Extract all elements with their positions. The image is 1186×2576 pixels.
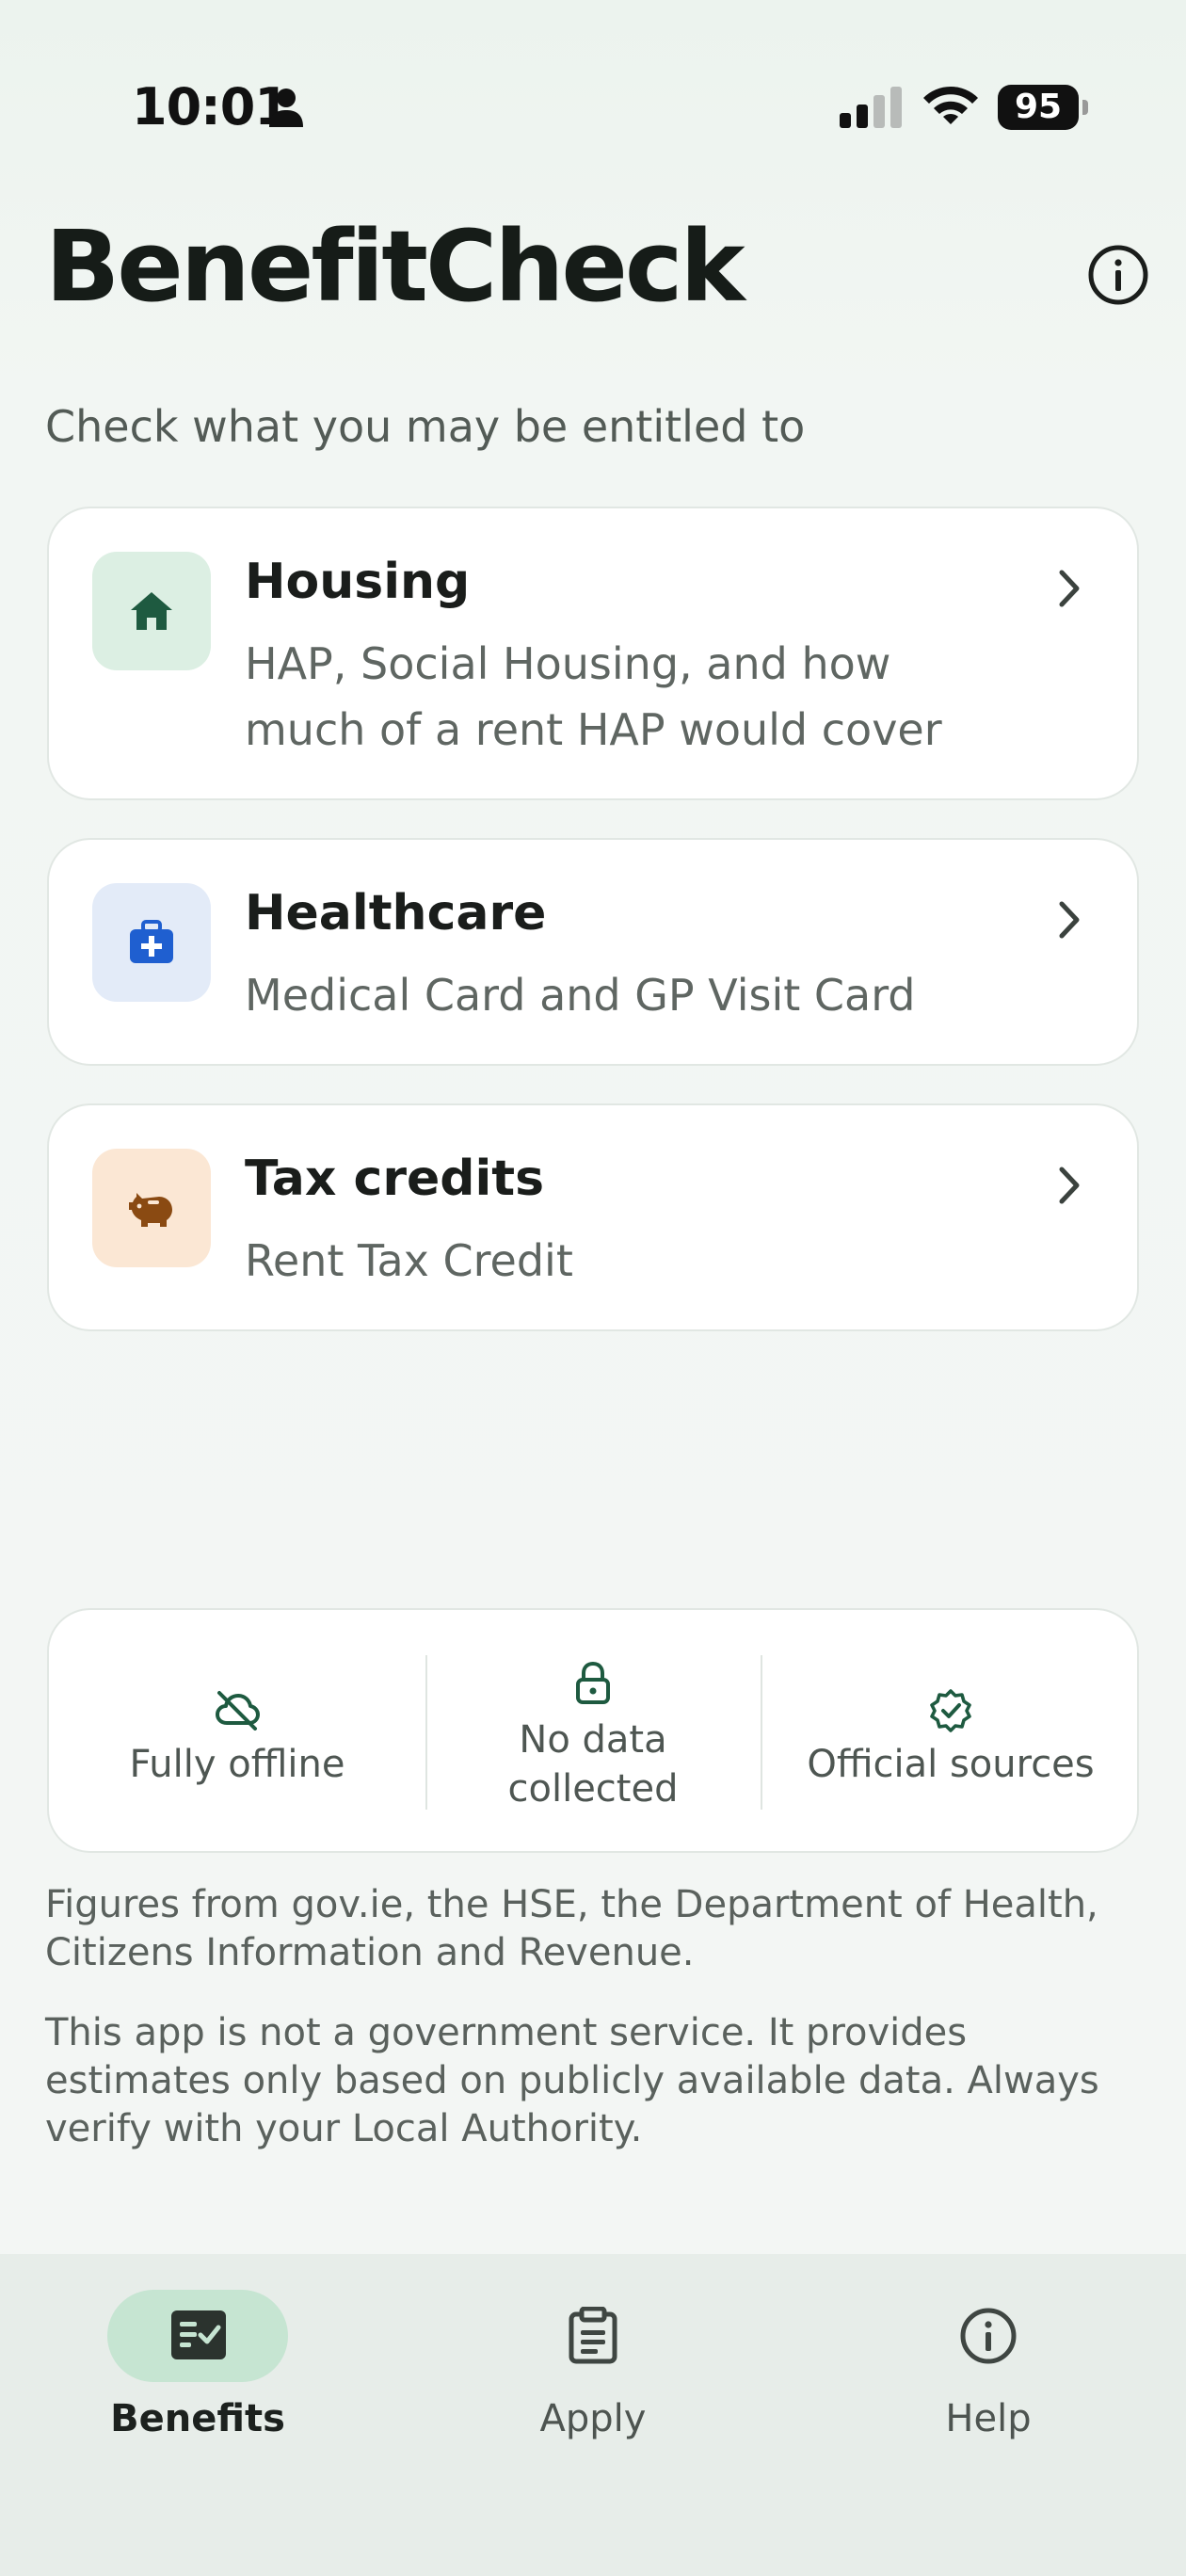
- piggy-bank-icon: [129, 1193, 172, 1227]
- card-description-tax-credits: Rent Tax Credit: [245, 1235, 573, 1286]
- checklist-icon: [171, 2310, 226, 2359]
- home-icon: [131, 592, 172, 630]
- lock-icon: [576, 1661, 610, 1704]
- housing-icon-tile: [92, 552, 211, 670]
- nav-label-apply: Apply: [539, 2397, 647, 2440]
- battery-tip: [1082, 100, 1088, 115]
- category-card-housing[interactable]: Housing HAP, Social Housing, and how muc…: [47, 507, 1139, 800]
- trust-panel: Fully offline No data collected Official…: [47, 1608, 1139, 1853]
- tax-icon-tile: [92, 1149, 211, 1267]
- info-circle-icon[interactable]: [1082, 239, 1154, 311]
- category-card-tax-credits[interactable]: Tax credits Rent Tax Credit: [47, 1103, 1139, 1331]
- disclaimer-note: This app is not a government service. It…: [45, 2011, 1099, 2150]
- medical-kit-icon: [130, 920, 173, 963]
- battery-icon: 95: [998, 85, 1088, 130]
- card-title-housing: Housing: [245, 554, 471, 610]
- bottom-nav: Benefits Apply Help: [0, 2254, 1186, 2576]
- healthcare-icon-tile: [92, 883, 211, 1002]
- nav-item-benefits[interactable]: Benefits: [56, 2254, 339, 2461]
- sources-note: Figures from gov.ie, the HSE, the Depart…: [45, 1883, 1098, 1974]
- status-bar: 10:01 95: [0, 0, 1186, 217]
- app-title: BenefitCheck: [45, 209, 745, 324]
- nav-item-help[interactable]: Help: [847, 2254, 1130, 2461]
- nav-item-apply[interactable]: Apply: [452, 2254, 734, 2461]
- category-card-healthcare[interactable]: Healthcare Medical Card and GP Visit Car…: [47, 838, 1139, 1066]
- trust-item-official: Official sources: [762, 1610, 1139, 1851]
- card-title-tax-credits: Tax credits: [245, 1151, 545, 1207]
- chevron-right-icon: [1059, 570, 1080, 607]
- cloud-off-icon: [216, 1691, 260, 1731]
- trust-item-no-data: No data collected: [427, 1610, 759, 1851]
- clipboard-icon: [569, 2307, 617, 2364]
- nav-label-help: Help: [945, 2397, 1032, 2440]
- status-time: 10:01: [132, 77, 290, 137]
- trust-label-no-data: No data collected: [507, 1718, 679, 1811]
- verified-badge-icon: [930, 1689, 971, 1732]
- chevron-right-icon: [1059, 901, 1080, 939]
- trust-item-offline: Fully offline: [49, 1610, 425, 1851]
- person-icon: [269, 89, 303, 127]
- nav-label-benefits: Benefits: [110, 2397, 285, 2440]
- info-circle-icon: [960, 2308, 1017, 2364]
- trust-label-offline: Fully offline: [129, 1743, 345, 1786]
- page-subtitle: Check what you may be entitled to: [45, 401, 806, 452]
- trust-label-official: Official sources: [807, 1743, 1095, 1786]
- card-description-housing: HAP, Social Housing, and how much of a r…: [245, 638, 942, 755]
- card-description-healthcare: Medical Card and GP Visit Card: [245, 970, 916, 1021]
- chevron-right-icon: [1059, 1167, 1080, 1204]
- card-title-healthcare: Healthcare: [245, 885, 547, 942]
- wifi-icon: [923, 86, 978, 124]
- battery-level: 95: [998, 85, 1079, 130]
- signal-icon: [840, 87, 902, 128]
